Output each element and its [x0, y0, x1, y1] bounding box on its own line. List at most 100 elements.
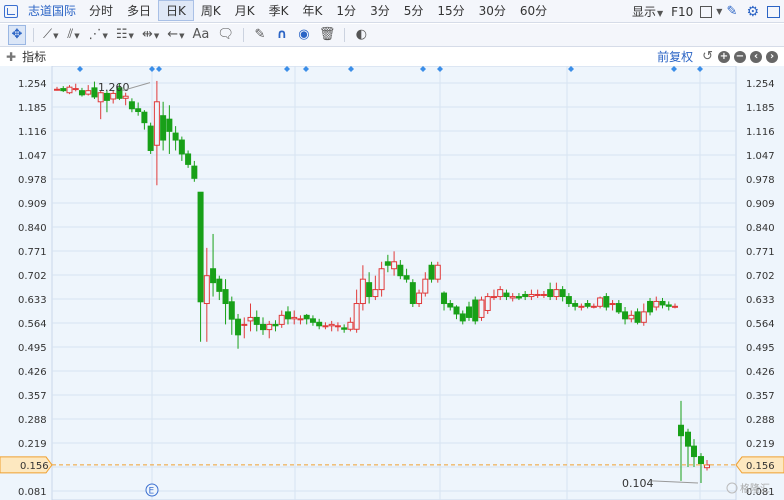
period-tab-4[interactable]: 月K	[228, 0, 262, 23]
period-tab-8[interactable]: 3分	[363, 0, 397, 23]
chevron-down-icon: ▼	[716, 7, 723, 16]
arrow-left-tool[interactable]: ←▼	[165, 25, 186, 45]
candle-body	[378, 268, 385, 291]
wave-tool[interactable]: ⋰▼	[87, 25, 110, 45]
y-tick-right-5: 0.909	[746, 199, 775, 210]
current-price-label-left: 0.156	[20, 461, 49, 472]
period-tab-5[interactable]: 季K	[262, 0, 296, 23]
y-tick-left-4: 0.978	[18, 175, 47, 186]
y-tick-right-7: 0.771	[746, 247, 775, 258]
chevron-down-icon: ▼	[74, 32, 80, 40]
move-cursor-tool[interactable]: ✥	[8, 25, 26, 45]
text-tool[interactable]: Aa	[191, 25, 212, 45]
y-tick-left-2: 1.116	[18, 127, 47, 138]
comment-icon[interactable]: 🗨	[215, 25, 236, 45]
candle-body	[391, 261, 398, 270]
brush-icon[interactable]: ✎	[251, 25, 269, 45]
candle-body	[384, 261, 391, 266]
period-tab-11[interactable]: 30分	[472, 0, 513, 23]
candle-body	[640, 311, 647, 323]
y-tick-left-8: 0.702	[18, 271, 47, 282]
reset-icon[interactable]: ↺	[702, 49, 713, 64]
candle-body	[97, 92, 104, 103]
candle-body	[253, 316, 260, 325]
candle-body	[228, 301, 235, 320]
magnet-icon[interactable]: ∩	[273, 25, 291, 45]
candle-body	[691, 445, 697, 458]
candle-body	[685, 431, 691, 447]
candle-body	[572, 303, 579, 307]
candlestick-chart[interactable]: 1.254 1.254 1.185 1.185 1.116 1.116 1.047 1.047…	[0, 65, 784, 500]
toggle-icon[interactable]: ◐	[352, 25, 370, 45]
candle-body	[328, 323, 335, 327]
period-tab-12[interactable]: 60分	[513, 0, 554, 23]
candle-body	[453, 306, 460, 315]
period-tab-6[interactable]: 年K	[296, 0, 330, 23]
candle-body	[303, 314, 310, 320]
scroll-right-icon[interactable]: ›	[766, 50, 778, 63]
candle-body	[397, 264, 404, 277]
candle-body	[91, 87, 98, 98]
y-tick-right-9: 0.633	[746, 295, 775, 306]
measure-tool[interactable]: ⇹▼	[140, 25, 161, 45]
candle-body	[322, 325, 329, 328]
candle-body	[447, 303, 454, 308]
divider	[33, 28, 34, 42]
candle-body	[272, 323, 279, 327]
candle-body	[590, 305, 597, 308]
candle-body	[103, 92, 110, 101]
period-bar: 志道国际 分时 多日 日K 周K 月K 季K 年K 1分 3分 5分 15分 30分 60分 显示▼ F…	[0, 0, 784, 23]
zoom-out-icon[interactable]: −	[734, 50, 746, 63]
candle-body	[260, 323, 266, 331]
display-label: 显示	[631, 5, 656, 19]
candle-body	[334, 325, 341, 328]
candle-body	[172, 132, 179, 141]
divider	[242, 28, 244, 42]
period-tab-9[interactable]: 5分	[397, 0, 431, 23]
line-tool[interactable]: ⟋▼	[41, 25, 61, 45]
gear-icon[interactable]: ⚙	[746, 4, 759, 20]
candle-body	[185, 153, 192, 165]
period-tab-7[interactable]: 1分	[329, 0, 363, 23]
candle-body	[472, 299, 479, 322]
y-tick-right-11: 0.495	[746, 343, 775, 354]
period-tab-3[interactable]: 周K	[194, 0, 228, 23]
candle-body	[222, 289, 229, 305]
candle-body	[603, 296, 610, 308]
candle-body	[284, 311, 291, 320]
period-tab-2[interactable]: 日K	[158, 0, 194, 21]
pen-icon[interactable]: ✎	[726, 5, 738, 18]
y-tick-right-15: 0.219	[746, 439, 775, 450]
indicator-label[interactable]: 指标	[16, 48, 46, 65]
add-indicator-icon[interactable]: ✚	[0, 50, 16, 64]
candle-body	[634, 311, 641, 323]
y-tick-right-14: 0.288	[746, 415, 775, 426]
candle-body	[85, 90, 92, 95]
y-tick-left-11: 0.495	[18, 343, 47, 354]
display-menu-button[interactable]: 显示▼	[628, 3, 667, 20]
window-icon[interactable]	[767, 5, 780, 18]
candle-body	[403, 275, 410, 280]
layout-menu-button[interactable]: ▼	[697, 5, 723, 18]
candle-body	[422, 278, 429, 294]
candle-body	[597, 297, 604, 307]
y-tick-left-12: 0.426	[18, 367, 47, 378]
period-tab-0[interactable]: 分时	[82, 0, 120, 23]
chart-canvas[interactable]: 1.254 1.254 1.185 1.185 1.116 1.116 1.047 1.047…	[0, 65, 784, 500]
channel-tool[interactable]: ⫽▼	[65, 25, 83, 45]
fibonacci-tool[interactable]: ☷▼	[114, 25, 136, 45]
scroll-left-icon[interactable]: ‹	[750, 50, 762, 63]
candle-body	[122, 95, 129, 99]
candle-body	[153, 101, 160, 146]
candle-body	[698, 456, 704, 465]
candle-body	[416, 292, 423, 305]
price-adjust-button[interactable]: 前复权	[657, 48, 693, 65]
zoom-in-icon[interactable]: +	[718, 50, 730, 63]
period-tab-10[interactable]: 15分	[430, 0, 471, 23]
period-tab-1[interactable]: 多日	[120, 0, 158, 23]
trash-icon[interactable]: 🗑	[317, 25, 338, 45]
f10-button[interactable]: F10	[667, 5, 697, 19]
eye-icon[interactable]: ◉	[295, 25, 313, 45]
candle-body	[484, 296, 491, 311]
stock-name-button[interactable]: 志道国际	[0, 0, 82, 23]
